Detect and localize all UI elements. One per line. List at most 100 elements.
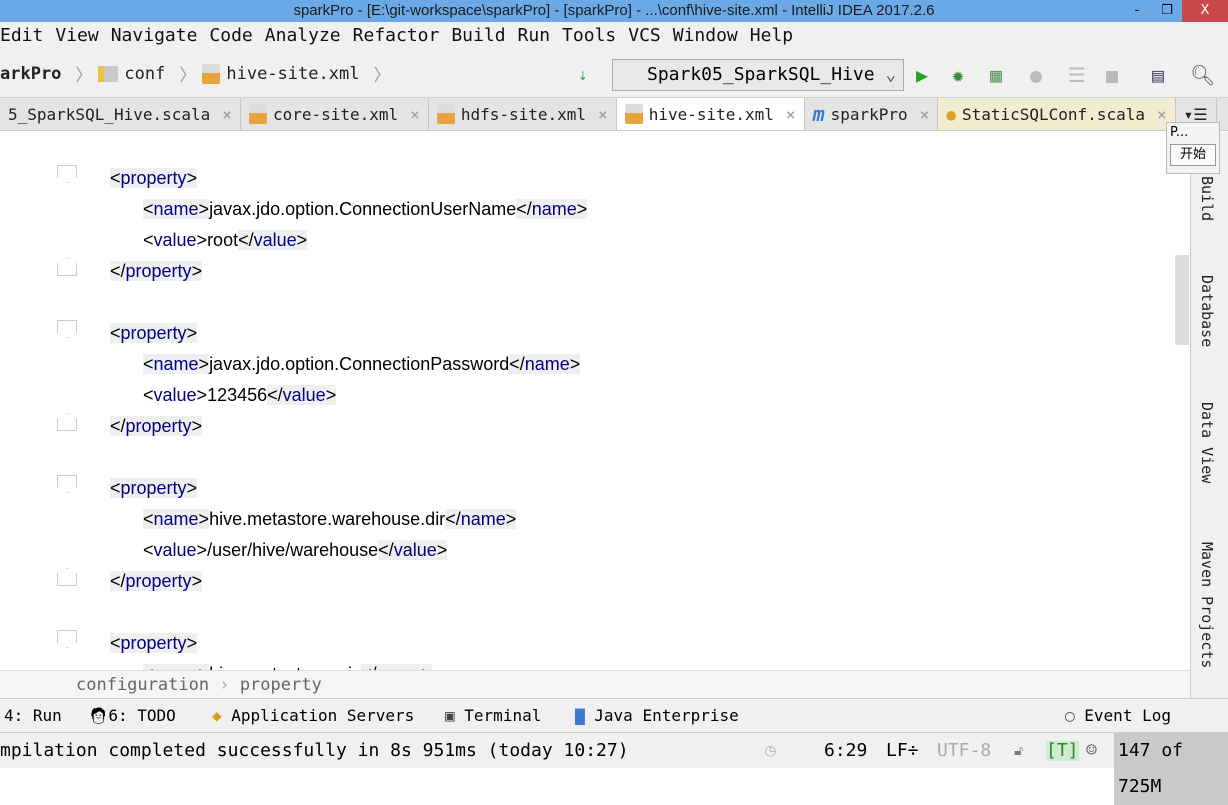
line-separator[interactable]: LF÷: [886, 733, 919, 769]
close-tab-icon[interactable]: ×: [222, 105, 232, 124]
profile-icon[interactable]: ●: [1030, 64, 1042, 86]
menu-vcs[interactable]: VCS: [628, 22, 661, 50]
menu-navigate[interactable]: Navigate: [111, 22, 198, 50]
clock-icon: ◷: [765, 740, 776, 761]
breadcrumb-file[interactable]: hive-site.xml: [202, 63, 367, 84]
sort-icon[interactable]: ⇣: [578, 64, 588, 86]
breadcrumb-configuration[interactable]: configuration: [76, 675, 209, 695]
tab-label: sparkPro: [830, 104, 908, 124]
xml-file-icon: [624, 104, 643, 124]
tab-hive-site-xml[interactable]: hive-site.xml ×: [616, 98, 805, 130]
tag-indicator[interactable]: [T]: [1046, 741, 1079, 761]
close-tab-icon[interactable]: ×: [598, 105, 608, 124]
property-close-tag: </property>: [110, 571, 203, 591]
run-config-label: Spark05_SparkSQL_Hive: [647, 64, 875, 85]
minimize-button[interactable]: -: [1122, 0, 1152, 22]
close-tab-icon[interactable]: ×: [920, 105, 930, 124]
fold-icon[interactable]: [57, 568, 77, 586]
app-servers-tool-button[interactable]: ◆ Application Servers: [212, 699, 414, 733]
fold-icon[interactable]: [57, 630, 77, 648]
terminal-tool-button[interactable]: ▣ Terminal: [445, 699, 541, 733]
todo-tool-button[interactable]: 🧑︎6: TODO: [88, 699, 176, 733]
fold-icon[interactable]: [57, 165, 77, 183]
build-tool-button[interactable]: Build: [1198, 176, 1216, 221]
scala-file-icon: ●: [946, 104, 956, 124]
property-close-tag: </property>: [110, 416, 203, 436]
menu-build[interactable]: Build: [451, 22, 505, 50]
tab-5-sparksql-hive-scala[interactable]: 5_SparkSQL_Hive.scala ×: [0, 98, 241, 130]
menu-code[interactable]: Code: [209, 22, 252, 50]
popup-title: P...: [1170, 125, 1189, 140]
menu-refactor[interactable]: Refactor: [353, 22, 440, 50]
tab-label: hdfs-site.xml: [460, 104, 587, 124]
close-tab-icon[interactable]: ×: [1157, 105, 1167, 124]
menu-bar: Edit View Navigate Code Analyze Refactor Build…: [0, 22, 1228, 50]
debug-icon[interactable]: ✹: [952, 64, 964, 86]
menu-run[interactable]: Run: [518, 22, 551, 50]
name-line: <name>hive.metastore.uris</name>: [143, 659, 433, 670]
menu-window[interactable]: Window: [673, 22, 738, 50]
editor-tabs: 5_SparkSQL_Hive.scala × core-site.xml × hdfs…: [0, 98, 1228, 131]
tab-label: hive-site.xml: [648, 104, 774, 124]
property-value: 123456: [207, 385, 268, 405]
menu-view[interactable]: View: [55, 22, 98, 50]
editor-breadcrumb: configuration › property: [0, 670, 1190, 698]
fold-icon[interactable]: [57, 475, 77, 493]
tab-sparkpro[interactable]: m sparkPro ×: [805, 98, 939, 130]
stop-icon[interactable]: ■: [1106, 64, 1118, 86]
caret-position[interactable]: 6:29: [824, 733, 867, 769]
build-icon[interactable]: ☰: [1068, 64, 1086, 86]
xml-file-icon: [248, 104, 267, 124]
encoding[interactable]: UTF-8: [937, 733, 991, 769]
close-tab-icon[interactable]: ×: [410, 105, 420, 124]
run-tool-button[interactable]: 4: Run: [4, 699, 62, 733]
event-log-button[interactable]: ◯ Event Log: [1065, 699, 1171, 733]
run-config-select[interactable]: Spark05_SparkSQL_Hive ⌄: [612, 59, 904, 91]
folder-name: conf: [124, 63, 166, 84]
menu-analyze[interactable]: Analyze: [265, 22, 341, 50]
start-button[interactable]: 开始: [1170, 144, 1216, 166]
project-structure-icon[interactable]: ▤: [1152, 64, 1164, 86]
close-tab-icon[interactable]: ×: [786, 105, 796, 124]
search-icon[interactable]: 🔍︎: [1190, 64, 1215, 86]
restore-button[interactable]: ❐: [1152, 0, 1182, 22]
tab-staticsqlconf-scala[interactable]: ● StaticSQLConf.scala ×: [938, 98, 1176, 130]
java-ee-label: Java Enterprise: [594, 706, 739, 725]
tab-hdfs-site-xml[interactable]: hdfs-site.xml ×: [429, 98, 617, 130]
tab-core-site-xml[interactable]: core-site.xml ×: [241, 98, 429, 130]
window-controls: - ❐ X: [1122, 0, 1228, 22]
run-icon[interactable]: ▶: [916, 64, 928, 86]
data-view-tool-button[interactable]: Data View: [1198, 402, 1216, 483]
xml-file-icon: [202, 63, 221, 84]
editor-scrollbar[interactable]: [1175, 255, 1189, 345]
tool-window-bar: 4: Run 🧑︎6: TODO ◆ Application Servers ▣…: [0, 698, 1228, 732]
close-button[interactable]: X: [1182, 0, 1228, 22]
code-editor[interactable]: <property> <name>javax.jdo.option.Connect…: [0, 132, 1190, 670]
breadcrumb-property[interactable]: property: [240, 675, 322, 695]
tab-label: StaticSQLConf.scala: [961, 104, 1145, 124]
lock-icon[interactable]: 🔓︎: [1014, 733, 1023, 769]
memory-indicator[interactable]: 147 of 725M: [1114, 733, 1228, 805]
coverage-icon[interactable]: ▦: [990, 64, 1002, 86]
window-title: sparkPro - [E:\git-workspace\sparkPro] -…: [0, 0, 1228, 22]
fold-icon[interactable]: [57, 413, 77, 431]
property-open-tag: <property>: [110, 323, 198, 343]
menu-help[interactable]: Help: [750, 22, 793, 50]
name-line: <name>javax.jdo.option.ConnectionPasswor…: [143, 354, 581, 374]
maven-projects-tool-button[interactable]: Maven Projects: [1198, 542, 1216, 668]
fold-icon[interactable]: [57, 258, 77, 276]
menu-edit[interactable]: Edit: [0, 22, 43, 50]
java-ee-tool-button[interactable]: ▇ Java Enterprise: [575, 699, 739, 733]
breadcrumb-conf[interactable]: conf: [98, 64, 173, 84]
menu-tools[interactable]: Tools: [562, 22, 616, 50]
value-line: <value>123456</value>: [143, 385, 337, 405]
breadcrumb-project[interactable]: arkPro: [0, 64, 69, 84]
database-tool-button[interactable]: Database: [1198, 275, 1216, 347]
value-line: <value>/user/hive/warehouse</value>: [143, 540, 448, 560]
project-name: arkPro: [0, 63, 62, 84]
popup-widget: P... 开始: [1166, 122, 1220, 174]
status-message: mpilation completed successfully in 8s 9…: [0, 740, 629, 761]
fold-icon[interactable]: [57, 320, 77, 338]
inspector-icon[interactable]: ☺: [1086, 733, 1097, 769]
name-line: <name>hive.metastore.warehouse.dir</name…: [143, 509, 517, 529]
